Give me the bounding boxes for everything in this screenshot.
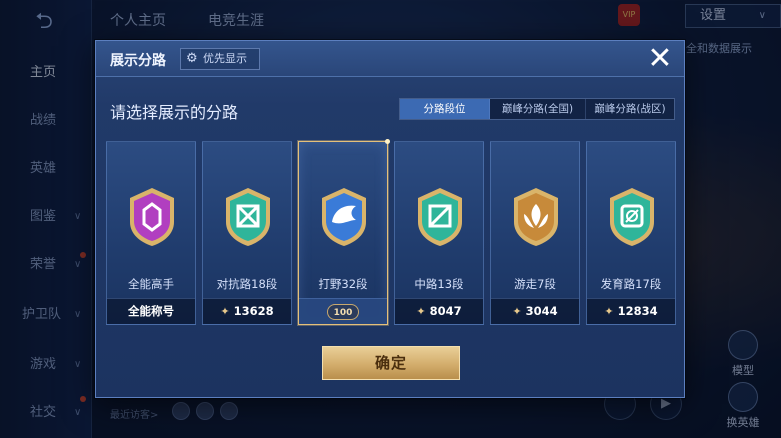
- rank-points-icon: ✦: [604, 305, 614, 318]
- priority-label: 优先显示: [203, 52, 247, 65]
- dialog-title: 展示分路: [110, 53, 166, 69]
- confirm-button[interactable]: 确定: [322, 346, 460, 380]
- all-round-emblem-icon: [130, 188, 174, 246]
- jungle-emblem-icon: [322, 188, 366, 246]
- card-score: 8047: [429, 304, 462, 318]
- tab-peak-national[interactable]: 巅峰分路(全国): [490, 99, 586, 119]
- close-icon[interactable]: ✕: [644, 44, 676, 76]
- card-footer: 100: [299, 298, 387, 324]
- selection-corner-dot: [385, 139, 390, 144]
- card-footer: 全能称号: [107, 298, 195, 324]
- segment-tabs: 分路段位 巅峰分路(全国) 巅峰分路(战区): [399, 98, 675, 120]
- route-card-all-round[interactable]: 全能高手 全能称号: [106, 141, 196, 325]
- tab-route-rank[interactable]: 分路段位: [400, 99, 490, 119]
- dialog-header: 展示分路 ⚙ 优先显示 ✕: [96, 41, 684, 77]
- rank-points-icon: ✦: [512, 305, 522, 318]
- route-display-dialog: 展示分路 ⚙ 优先显示 ✕ 请选择展示的分路 分路段位 巅峰分路(全国) 巅峰分…: [95, 40, 685, 398]
- card-label: 游走7段: [514, 277, 556, 291]
- card-label: 全能高手: [128, 277, 174, 291]
- badge-icon: 100: [326, 304, 360, 320]
- mid-lane-emblem-icon: [418, 188, 462, 246]
- route-card-mid-lane[interactable]: 中路13段 ✦ 8047: [394, 141, 484, 325]
- card-footer: ✦ 8047: [395, 298, 483, 324]
- bot-lane-emblem-icon: [610, 188, 654, 246]
- card-score: 13628: [233, 304, 274, 318]
- dialog-subtitle: 请选择展示的分路: [110, 103, 239, 122]
- card-label: 中路13段: [414, 277, 464, 291]
- route-card-support[interactable]: 游走7段 ✦ 3044: [490, 141, 580, 325]
- card-label: 发育路17段: [600, 277, 662, 291]
- card-footer: ✦ 12834: [587, 298, 675, 324]
- card-score: 12834: [617, 304, 658, 318]
- support-emblem-icon: [514, 188, 558, 246]
- top-lane-emblem-icon: [226, 188, 270, 246]
- tab-peak-region[interactable]: 巅峰分路(战区): [586, 99, 674, 119]
- rank-points-icon: ✦: [416, 305, 426, 318]
- card-label: 打野32段: [318, 277, 368, 291]
- route-card-bot-lane[interactable]: 发育路17段 ✦ 12834: [586, 141, 676, 325]
- route-card-top-lane[interactable]: 对抗路18段 ✦ 13628: [202, 141, 292, 325]
- gear-icon: ⚙: [186, 51, 198, 66]
- route-card-jungle[interactable]: 打野32段 100: [298, 139, 390, 325]
- card-label: 对抗路18段: [216, 277, 278, 291]
- route-cards: 全能高手 全能称号 对抗路18段 ✦ 13628 打野32段 100 中路13段…: [106, 139, 678, 325]
- card-footer: ✦ 13628: [203, 298, 291, 324]
- card-footer: ✦ 3044: [491, 298, 579, 324]
- rank-points-icon: ✦: [220, 305, 230, 318]
- priority-display-button[interactable]: ⚙ 优先显示: [180, 48, 260, 70]
- card-score: 3044: [525, 304, 558, 318]
